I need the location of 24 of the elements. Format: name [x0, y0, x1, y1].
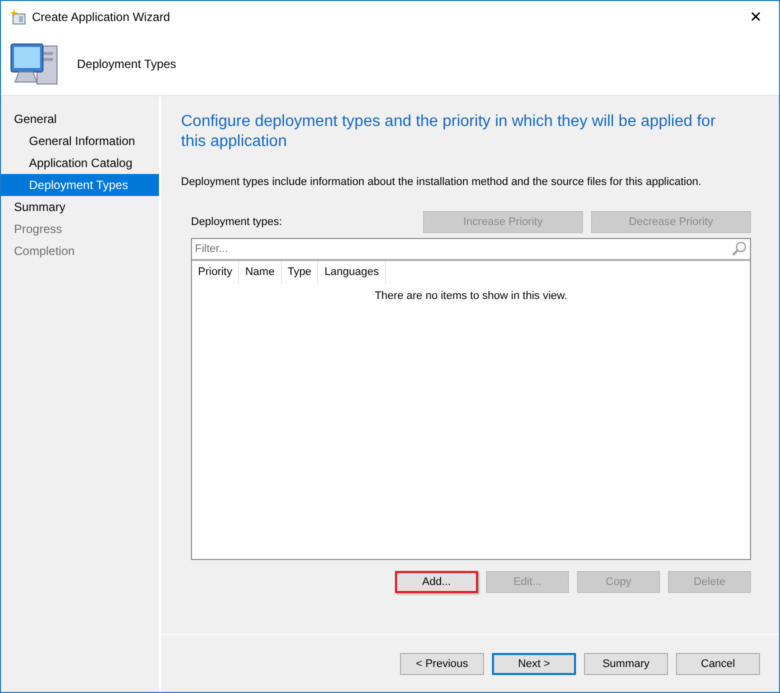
wizard-icon: [10, 8, 26, 24]
nav-item[interactable]: Summary: [1, 196, 159, 218]
description-text: Deployment types include information about the installation method and the source files for this application.: [181, 176, 702, 188]
action-button[interactable]: Add...: [395, 571, 478, 593]
column-header[interactable]: Name: [239, 261, 282, 284]
footer-button[interactable]: Cancel: [676, 652, 760, 674]
empty-message: There are no items to show in this view.: [374, 290, 568, 302]
page-title: Deployment Types: [77, 56, 176, 70]
nav-item[interactable]: General Information: [1, 130, 159, 152]
nav-item[interactable]: Application Catalog: [1, 152, 159, 174]
column-header[interactable]: Priority: [192, 261, 240, 284]
close-button[interactable]: ✕: [733, 1, 779, 32]
column-header[interactable]: Type: [282, 261, 318, 284]
search-icon: [731, 241, 747, 257]
footer-button[interactable]: Next >: [492, 652, 576, 674]
section-heading: Configure deployment types and the priority in which they will be applied for this application: [181, 112, 717, 152]
nav-item[interactable]: General: [1, 108, 159, 130]
footer-button[interactable]: < Previous: [400, 652, 484, 674]
filter-field[interactable]: Filter...: [195, 243, 731, 255]
nav-item[interactable]: Deployment Types: [1, 174, 159, 196]
list-label: Deployment types:: [190, 216, 284, 228]
footer-button[interactable]: Summary: [584, 652, 668, 674]
window-title: Create Application Wizard: [32, 10, 172, 24]
column-header[interactable]: Languages: [318, 261, 386, 284]
